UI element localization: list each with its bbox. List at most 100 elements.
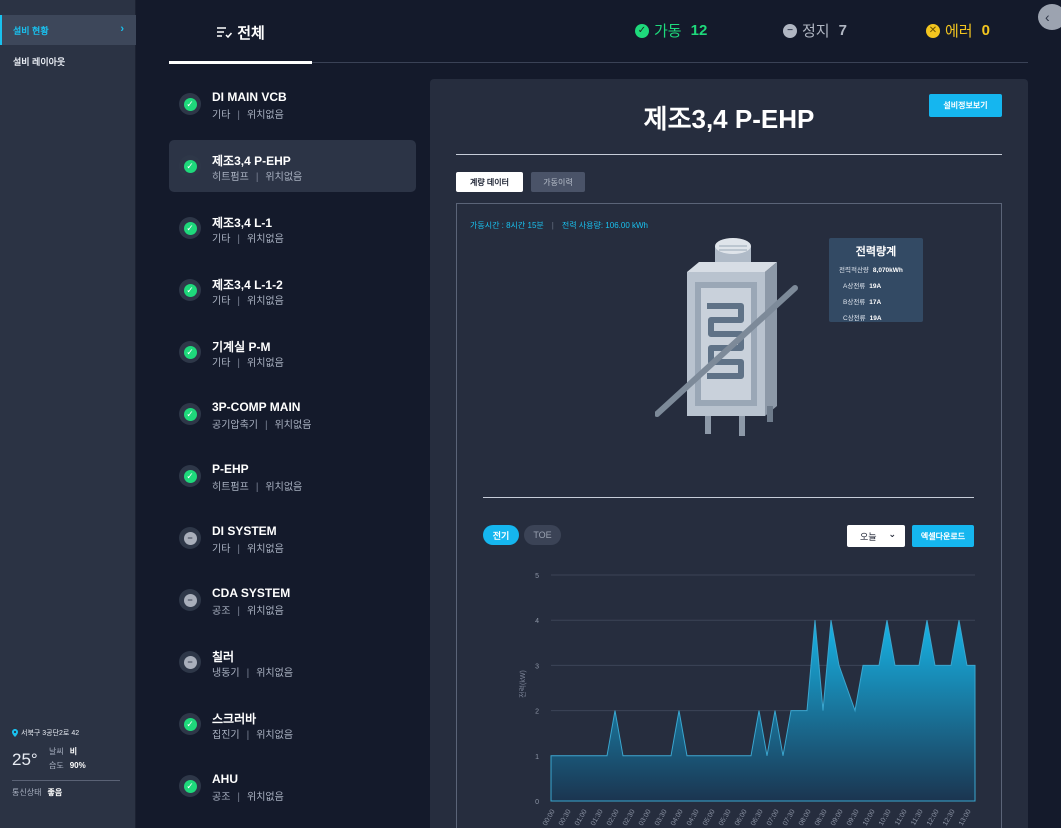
error-status[interactable]: ✕ 에러 0	[926, 20, 990, 41]
address-text: 서북구 3공단2로 42	[21, 730, 80, 737]
equipment-item[interactable]: ✓ 스크러바 집진기 | 위치없음	[169, 698, 416, 750]
runtime-summary: 가동시간 : 8시간 15분 | 전력 사용량: 106.00 kWh	[470, 221, 649, 230]
check-icon: ✓	[183, 221, 197, 235]
equipment-meta: 공조 | 위치없음	[212, 788, 284, 803]
sidebar: 설비 현황 › 설비 레이아웃 서북구 3공단2로 42 25° 날씨 비 습도 9…	[0, 0, 136, 828]
x-icon: ✕	[926, 23, 940, 38]
tab-operation-history[interactable]: 가동이력	[531, 172, 585, 192]
x-tick-label: 10:30	[878, 808, 893, 827]
sidebar-item-equipment-status[interactable]: 설비 현황 ›	[0, 15, 136, 45]
equipment-item[interactable]: − DI SYSTEM 기타 | 위치없음	[169, 512, 416, 564]
y-axis-label: 전력(kW)	[518, 670, 527, 698]
equipment-item[interactable]: ✓ DI MAIN VCB 기타 | 위치없음	[169, 78, 416, 130]
equipment-item[interactable]: ✓ 3P-COMP MAIN 공기압축기 | 위치없음	[169, 388, 416, 440]
x-tick-label: 07:30	[782, 808, 797, 827]
separator: |	[246, 668, 250, 679]
equipment-meta: 기타 | 위치없음	[212, 292, 284, 307]
equipment-item[interactable]: ✓ 기계실 P-M 기타 | 위치없음	[169, 326, 416, 378]
equipment-item[interactable]: − CDA SYSTEM 공조 | 위치없음	[169, 574, 416, 626]
meter-row: C상전류 19A	[843, 312, 917, 322]
error-count: 0	[981, 22, 990, 39]
excel-download-button[interactable]: 엑셀다운로드	[912, 525, 974, 547]
x-tick-label: 11:00	[894, 808, 909, 826]
separator: |	[255, 482, 259, 493]
equipment-item[interactable]: − 칠러 냉동기 | 위치없음	[169, 636, 416, 688]
check-icon: ✓	[183, 345, 197, 359]
equipment-item[interactable]: ✓ AHU 공조 | 위치없음	[169, 760, 416, 812]
detail-panel: 제조3,4 P-EHP 설비정보보기 계량 데이터 가동이력 가동시간 : 8시…	[430, 79, 1028, 828]
equipment-type: 기타	[212, 296, 231, 307]
meter-label: 전력적산량	[839, 267, 869, 274]
status-icon: ✓	[179, 279, 201, 301]
equipment-name: DI SYSTEM	[212, 524, 277, 538]
metering-frame: 가동시간 : 8시간 15분 | 전력 사용량: 106.00 kWh 전력량계 전…	[456, 203, 1002, 828]
equipment-type: 기타	[212, 544, 231, 555]
x-tick-label: 00:30	[558, 808, 573, 827]
status-icon: ✓	[179, 93, 201, 115]
comm-label: 통신상태	[12, 788, 42, 797]
tab-underline	[169, 61, 312, 64]
x-tick-label: 07:00	[766, 808, 781, 827]
comm-value: 좋음	[47, 788, 63, 797]
running-label: 가동	[654, 23, 682, 40]
equipment-name: 3P-COMP MAIN	[212, 400, 301, 414]
equipment-meta: 냉동기 | 위치없음	[212, 664, 293, 679]
status-icon: ✓	[179, 217, 201, 239]
status-icon: −	[179, 589, 201, 611]
status-icon: ✓	[179, 403, 201, 425]
minus-icon: −	[183, 593, 197, 607]
equipment-location: 위치없음	[256, 668, 294, 679]
temperature: 25°	[12, 750, 38, 769]
power-meter-panel: 전력량계 전력적산량 8,070kWh A상전류 19A B상전류 17A C상전류 1…	[829, 238, 923, 322]
meter-label: C상전류	[843, 315, 866, 322]
humidity-label: 습도	[49, 761, 64, 770]
equipment-location: 위치없음	[256, 730, 294, 741]
sidebar-item-label: 설비 현황	[13, 25, 49, 36]
equipment-info-button[interactable]: 설비정보보기	[929, 94, 1002, 117]
check-icon: ✓	[183, 159, 197, 173]
tab-electricity[interactable]: 전기	[483, 525, 519, 545]
x-tick-label: 06:00	[734, 808, 749, 827]
separator: |	[237, 606, 241, 617]
status-icon: ✓	[179, 155, 201, 177]
stopped-status[interactable]: − 정지 7	[783, 20, 847, 41]
heat-pump-illustration	[655, 238, 798, 436]
check-icon: ✓	[635, 23, 649, 38]
equipment-item[interactable]: ✓ 제조3,4 P-EHP 히트펌프 | 위치없음	[169, 140, 416, 192]
list-check-icon	[217, 26, 233, 38]
equipment-type: 기타	[212, 234, 231, 245]
collapse-panel-button[interactable]: ‹	[1038, 4, 1061, 30]
equipment-item[interactable]: ✓ 제조3,4 L-1 기타 | 위치없음	[169, 202, 416, 254]
equipment-type: 공기압축기	[212, 420, 258, 431]
equipment-meta: 기타 | 위치없음	[212, 540, 284, 555]
meter-value: 19A	[869, 315, 882, 322]
equipment-type: 기타	[212, 358, 231, 369]
chevron-left-icon: ‹	[1045, 9, 1050, 25]
equipment-name: DI MAIN VCB	[212, 90, 287, 104]
equipment-item[interactable]: ✓ P-EHP 히트펌프 | 위치없음	[169, 450, 416, 502]
separator: |	[237, 358, 241, 369]
equipment-meta: 히트펌프 | 위치없음	[212, 168, 302, 183]
minus-icon: −	[183, 655, 197, 669]
comm-status: 통신상태 좋음	[12, 787, 62, 798]
tab-all[interactable]: 전체	[169, 14, 312, 64]
equipment-item[interactable]: ✓ 제조3,4 L-1-2 기타 | 위치없음	[169, 264, 416, 316]
stopped-label: 정지	[802, 23, 830, 40]
check-icon: ✓	[183, 97, 197, 111]
period-select[interactable]: 오늘 ⌄	[847, 525, 905, 547]
x-tick-label: 08:30	[814, 808, 829, 827]
tab-metering-data[interactable]: 계량 데이터	[456, 172, 523, 192]
equipment-type: 냉동기	[212, 668, 240, 679]
x-tick-label: 05:00	[702, 808, 717, 827]
status-icon: ✓	[179, 465, 201, 487]
check-icon: ✓	[183, 469, 197, 483]
equipment-meta: 집진기 | 위치없음	[212, 726, 293, 741]
tab-toe[interactable]: TOE	[524, 525, 561, 545]
x-tick-label: 04:30	[686, 808, 701, 827]
separator: |	[246, 730, 250, 741]
x-tick-label: 08:00	[798, 808, 813, 827]
running-status[interactable]: ✓ 가동 12	[635, 20, 707, 41]
chevron-down-icon: ⌄	[888, 529, 896, 539]
sidebar-item-equipment-layout[interactable]: 설비 레이아웃	[0, 46, 136, 76]
equipment-meta: 공기압축기 | 위치없음	[212, 416, 311, 431]
